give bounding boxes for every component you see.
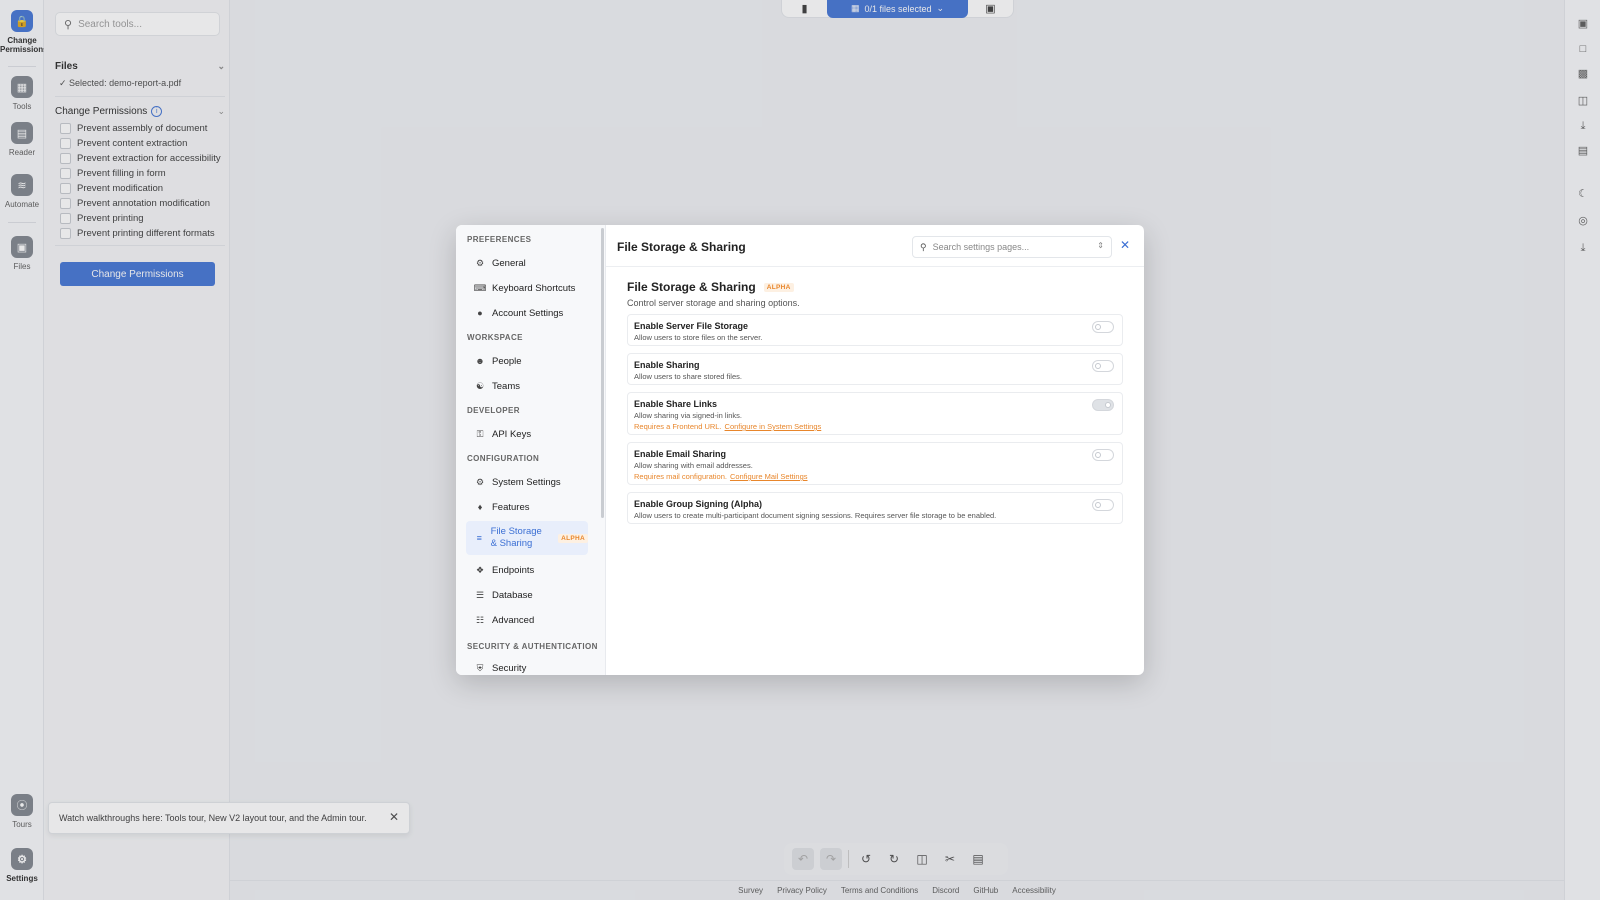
nav-item-security[interactable]: ⛨ Security	[466, 657, 588, 675]
user-icon: ●	[477, 308, 483, 318]
configure-system-settings-link[interactable]: Configure in System Settings	[725, 422, 822, 431]
nav-group-workspace: WORKSPACE	[467, 333, 523, 342]
nav-label: People	[492, 355, 522, 367]
nav-item-teams[interactable]: ☯ Teams	[466, 375, 588, 397]
toggle-knob	[1095, 363, 1101, 369]
setting-card-server-storage: Enable Server File Storage Allow users t…	[627, 314, 1123, 346]
setting-description: Allow sharing with email addresses.	[634, 461, 753, 470]
puzzle-icon: ♦	[477, 502, 483, 512]
section-description: Control server storage and sharing optio…	[627, 298, 800, 308]
settings-header-title: File Storage & Sharing	[617, 240, 746, 254]
gear-icon: ⚙	[475, 257, 485, 268]
key-icon: ⚿	[476, 428, 484, 439]
setting-description: Allow users to store files on the server…	[634, 333, 763, 342]
nav-label: Teams	[492, 380, 520, 392]
nav-group-developer: DEVELOPER	[467, 406, 520, 415]
setting-card-email-sharing: Enable Email Sharing Allow sharing with …	[627, 442, 1123, 485]
search-icon: ⚲	[920, 241, 927, 252]
nav-label: Database	[492, 589, 533, 601]
setting-title: Enable Share Links	[634, 399, 718, 409]
nav-label: Features	[492, 501, 530, 513]
nav-scrollbar[interactable]	[601, 228, 604, 518]
toggle-switch[interactable]	[1092, 360, 1114, 372]
endpoints-icon: ❖	[475, 564, 485, 575]
nav-label: Keyboard Shortcuts	[492, 282, 576, 294]
nav-group-security: SECURITY & AUTHENTICATION	[467, 642, 598, 651]
setting-description: Allow sharing via signed-in links.	[634, 411, 742, 420]
setting-description: Allow users to create multi-participant …	[634, 511, 997, 520]
toggle-knob	[1095, 324, 1101, 330]
nav-item-advanced[interactable]: ☷ Advanced	[466, 609, 588, 631]
list-icon: ≡	[476, 533, 482, 543]
keyboard-icon: ⌨	[473, 282, 487, 293]
warning-text: Requires a Frontend URL.	[634, 422, 722, 431]
section-title: File Storage & Sharing ALPHA	[627, 280, 794, 294]
settings-nav: PREFERENCES ⚙ General ⌨ Keyboard Shortcuts…	[456, 225, 606, 675]
nav-label: System Settings	[492, 476, 561, 488]
setting-card-sharing: Enable Sharing Allow users to share stor…	[627, 353, 1123, 385]
nav-item-api-keys[interactable]: ⚿ API Keys	[466, 423, 588, 445]
sliders-icon: ☷	[475, 614, 485, 625]
nav-label: Account Settings	[492, 307, 564, 319]
nav-item-account-settings[interactable]: ● Account Settings	[466, 302, 588, 324]
nav-label: Security	[492, 662, 527, 674]
nav-label: File Storage & Sharing	[490, 526, 542, 549]
nav-item-database[interactable]: ☰ Database	[466, 584, 588, 606]
setting-warning: Requires mail configuration. Configure Ma…	[634, 472, 808, 481]
shield-icon: ⛨	[476, 662, 484, 673]
toggle-knob	[1095, 502, 1101, 508]
alpha-badge: ALPHA	[763, 282, 794, 292]
settings-content: File Storage & Sharing ⚲ Search settings…	[606, 225, 1144, 675]
settings-search-placeholder: Search settings pages...	[932, 242, 1030, 252]
nav-item-system-settings[interactable]: ⚙ System Settings	[466, 471, 588, 493]
warning-text: Requires mail configuration.	[634, 472, 727, 481]
nav-label: API Keys	[492, 428, 532, 440]
toggle-switch[interactable]	[1092, 321, 1114, 333]
settings-modal: PREFERENCES ⚙ General ⌨ Keyboard Shortcuts…	[456, 225, 1144, 675]
toggle-switch[interactable]	[1092, 399, 1114, 411]
database-icon: ☰	[475, 589, 485, 600]
toggle-knob	[1095, 452, 1101, 458]
nav-label: Endpoints	[492, 564, 535, 576]
setting-description: Allow users to share stored files.	[634, 372, 742, 381]
nav-item-endpoints[interactable]: ❖ Endpoints	[466, 559, 588, 581]
setting-title: Enable Group Signing (Alpha)	[634, 499, 762, 509]
nav-group-preferences: PREFERENCES	[467, 235, 532, 244]
nav-label: Advanced	[492, 614, 535, 626]
nav-item-general[interactable]: ⚙ General	[466, 252, 588, 274]
settings-header: File Storage & Sharing ⚲ Search settings…	[606, 225, 1144, 267]
setting-title: Enable Sharing	[634, 360, 700, 370]
toggle-knob	[1105, 402, 1111, 408]
setting-card-group-signing: Enable Group Signing (Alpha) Allow users…	[627, 492, 1123, 524]
alpha-badge: ALPHA	[558, 533, 588, 543]
nav-label: General	[492, 257, 526, 269]
nav-item-people[interactable]: ☻ People	[466, 350, 588, 372]
nav-item-features[interactable]: ♦ Features	[466, 496, 588, 518]
setting-warning: Requires a Frontend URL. Configure in Sys…	[634, 422, 821, 431]
gear-icon: ⚙	[475, 476, 485, 487]
section-title-text: File Storage & Sharing	[627, 280, 756, 294]
setting-title: Enable Server File Storage	[634, 321, 749, 331]
nav-item-keyboard-shortcuts[interactable]: ⌨ Keyboard Shortcuts	[466, 277, 588, 299]
nav-item-file-storage[interactable]: ≡ File Storage & Sharing ALPHA	[466, 521, 588, 555]
close-icon[interactable]: ✕	[1120, 238, 1130, 252]
setting-card-share-links: Enable Share Links Allow sharing via sig…	[627, 392, 1123, 435]
nav-group-configuration: CONFIGURATION	[467, 454, 540, 463]
people-icon: ☻	[475, 356, 485, 366]
updown-icon: ⇕	[1097, 241, 1104, 250]
toggle-switch[interactable]	[1092, 499, 1114, 511]
teams-icon: ☯	[475, 380, 485, 391]
configure-mail-settings-link[interactable]: Configure Mail Settings	[730, 472, 808, 481]
settings-search-input[interactable]: ⚲ Search settings pages... ⇕	[912, 236, 1112, 258]
setting-title: Enable Email Sharing	[634, 449, 727, 459]
toggle-switch[interactable]	[1092, 449, 1114, 461]
